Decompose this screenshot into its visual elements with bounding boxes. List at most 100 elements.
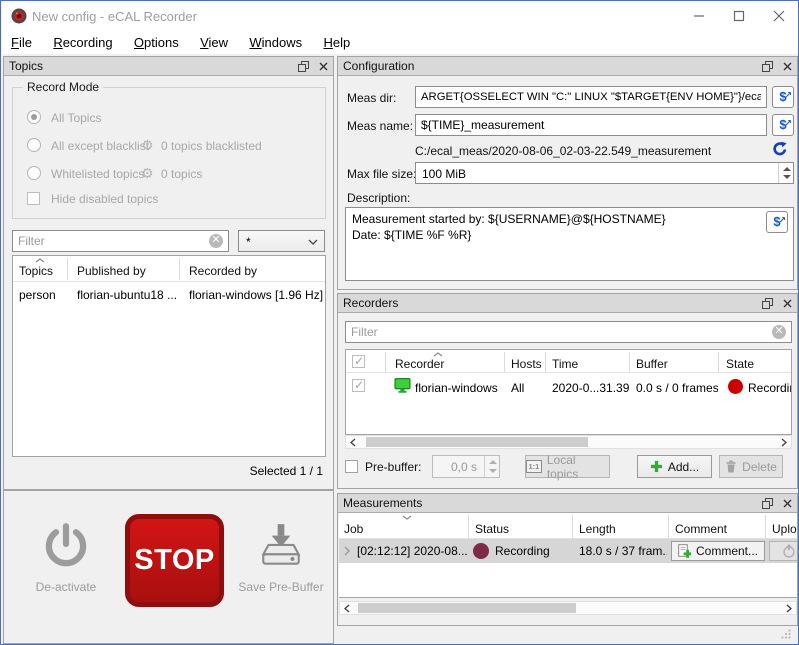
filter-preset-dropdown[interactable]: * xyxy=(238,230,325,252)
all-except-blacklist-label: All except blacklist xyxy=(51,139,149,153)
hide-disabled-topics-checkbox[interactable] xyxy=(27,192,40,205)
pre-buffer-spinner[interactable]: 0,0 s xyxy=(432,455,500,478)
window-title: New config - eCAL Recorder xyxy=(32,9,197,24)
recorders-filter-input[interactable] xyxy=(345,321,792,343)
resize-grip[interactable] xyxy=(781,629,791,639)
float-panel-icon[interactable] xyxy=(298,61,309,72)
stop-label: STOP xyxy=(134,544,214,577)
topics-panel-title: Topics xyxy=(9,59,288,73)
scroll-right-icon[interactable] xyxy=(782,602,796,614)
recorders-table[interactable]: ✓ Recorder Hosts Time Buffer State ✓ flo… xyxy=(345,349,792,435)
menu-options[interactable]: Options xyxy=(125,31,188,54)
whitelisted-topics-label: Whitelisted topics xyxy=(51,167,144,181)
all-except-blacklist-radio[interactable] xyxy=(27,138,41,152)
menu-view[interactable]: View xyxy=(191,31,237,54)
meas-name-label: Meas name: xyxy=(347,119,413,133)
table-row[interactable]: [02:12:12] 2020-08... Recording 18.0 s /… xyxy=(339,539,797,563)
status-col-header[interactable]: Status xyxy=(475,522,509,536)
spin-arrows-icon[interactable] xyxy=(778,163,793,183)
upload-col-header[interactable]: Uplo xyxy=(772,522,797,536)
record-mode-title: Record Mode xyxy=(23,80,103,94)
upload-button[interactable] xyxy=(769,541,797,561)
comment-col-header[interactable]: Comment xyxy=(675,522,727,536)
state-col-header[interactable]: State xyxy=(726,357,754,371)
recorders-panel: Recorders ✕ ✓ Recorder Hosts Time Buffer… xyxy=(337,293,798,489)
recorder-col-header[interactable]: Recorder xyxy=(395,357,444,371)
topic-name-cell: person xyxy=(19,288,67,302)
recorded-by-cell: florian-windows [1.96 Hz] xyxy=(189,288,324,302)
recording-state-icon xyxy=(728,379,743,394)
meas-name-input[interactable] xyxy=(415,114,767,136)
refresh-icon[interactable] xyxy=(772,141,788,157)
measurements-hscrollbar[interactable] xyxy=(339,601,797,615)
minimize-icon[interactable] xyxy=(679,1,719,31)
save-prebuffer-button[interactable]: Save Pre-Buffer xyxy=(232,513,330,623)
save-prebuffer-label: Save Pre-Buffer xyxy=(232,580,330,594)
recorded-by-col-header[interactable]: Recorded by xyxy=(189,264,257,278)
topics-panel-header: Topics xyxy=(4,57,333,76)
trash-icon xyxy=(725,460,737,473)
sort-desc-icon xyxy=(402,515,412,520)
whitelisted-topics-radio[interactable] xyxy=(27,166,41,180)
close-panel-icon[interactable] xyxy=(783,62,792,71)
configuration-panel-title: Configuration xyxy=(343,59,752,73)
maximize-icon[interactable] xyxy=(719,1,759,31)
scrollbar-thumb[interactable] xyxy=(366,437,588,447)
local-topics-button[interactable]: 1:1 Local topics xyxy=(525,455,610,478)
meas-dir-input[interactable] xyxy=(415,86,767,108)
all-topics-radio[interactable] xyxy=(27,110,41,124)
menu-windows[interactable]: Windows xyxy=(240,31,311,54)
scroll-right-icon[interactable] xyxy=(777,436,791,448)
clear-filter-icon[interactable]: ✕ xyxy=(209,234,223,248)
delete-recorder-button[interactable]: Delete xyxy=(719,455,783,478)
float-panel-icon[interactable] xyxy=(762,298,773,309)
gear-icon[interactable]: ⚙ xyxy=(141,165,154,182)
length-col-header[interactable]: Length xyxy=(579,522,616,536)
menu-help[interactable]: Help xyxy=(314,31,359,54)
pre-buffer-checkbox[interactable] xyxy=(345,460,358,473)
dollar-expand-icon[interactable]: $↗ xyxy=(772,86,794,108)
select-all-checkbox[interactable]: ✓ xyxy=(352,355,365,368)
add-comment-label: Comment... xyxy=(696,544,758,558)
recorders-hscrollbar[interactable] xyxy=(345,435,792,449)
chevron-down-icon xyxy=(308,239,318,245)
menu-file[interactable]: File xyxy=(2,31,41,54)
expand-row-icon[interactable] xyxy=(344,546,350,556)
topics-table[interactable]: Topics Published by Recorded by person f… xyxy=(12,255,326,457)
buffer-col-header[interactable]: Buffer xyxy=(636,357,668,371)
close-panel-icon[interactable] xyxy=(319,62,328,71)
dollar-expand-icon[interactable]: $↗ xyxy=(766,211,788,233)
clear-filter-icon[interactable]: ✕ xyxy=(772,325,786,339)
power-icon xyxy=(41,521,91,571)
job-col-header[interactable]: Job xyxy=(344,522,363,536)
deactivate-button[interactable]: De-activate xyxy=(22,513,110,623)
measurements-table[interactable]: Job Status Length Comment Uplo [02:12:12… xyxy=(339,513,797,598)
pre-buffer-value: 0,0 s xyxy=(433,456,483,477)
max-file-size-spinner[interactable]: 100 MiB xyxy=(415,162,794,184)
scroll-left-icon[interactable] xyxy=(346,436,360,448)
add-comment-button[interactable]: Comment... xyxy=(671,541,765,561)
gear-icon[interactable]: ⚙ xyxy=(141,137,154,154)
float-panel-icon[interactable] xyxy=(762,498,773,509)
stop-button[interactable]: STOP xyxy=(125,514,224,607)
published-by-col-header[interactable]: Published by xyxy=(77,264,146,278)
recorder-enabled-checkbox[interactable]: ✓ xyxy=(352,379,365,392)
measurements-panel-title: Measurements xyxy=(343,496,752,510)
menu-recording[interactable]: Recording xyxy=(44,31,121,54)
selected-count-label: Selected 1 / 1 xyxy=(250,464,323,478)
close-icon[interactable] xyxy=(759,1,799,31)
topics-col-header[interactable]: Topics xyxy=(19,264,53,278)
dollar-expand-icon[interactable]: $↗ xyxy=(772,114,794,136)
close-panel-icon[interactable] xyxy=(783,499,792,508)
hosts-cell: All xyxy=(511,381,544,395)
add-recorder-button[interactable]: Add... xyxy=(637,455,712,478)
hosts-col-header[interactable]: Hosts xyxy=(511,357,542,371)
description-textarea[interactable]: Measurement started by: ${USERNAME}@${HO… xyxy=(345,207,794,281)
close-panel-icon[interactable] xyxy=(783,299,792,308)
scroll-left-icon[interactable] xyxy=(340,602,354,614)
time-col-header[interactable]: Time xyxy=(552,357,578,371)
topics-filter-input[interactable] xyxy=(12,230,229,252)
scrollbar-thumb[interactable] xyxy=(358,603,576,613)
time-cell: 2020-0...31.397 xyxy=(552,381,629,395)
float-panel-icon[interactable] xyxy=(762,61,773,72)
